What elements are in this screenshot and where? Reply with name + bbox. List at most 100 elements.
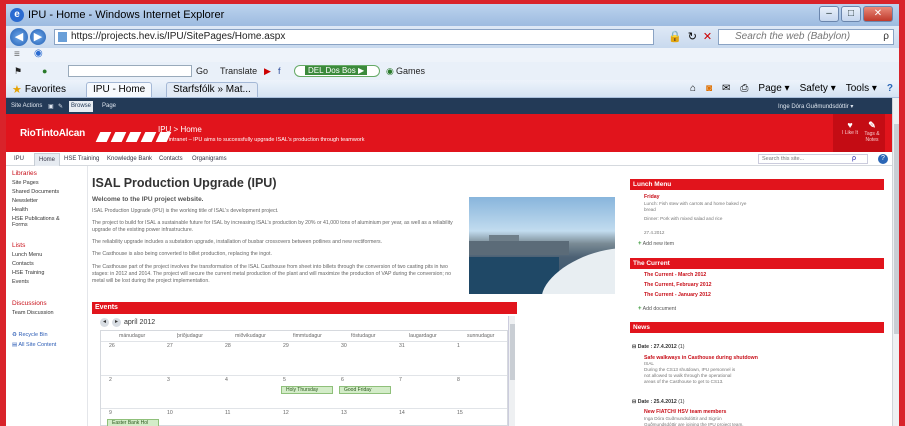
ql-site-pages[interactable]: Site Pages bbox=[12, 180, 39, 186]
minimize-button[interactable]: – bbox=[819, 6, 839, 22]
current-item-1[interactable]: The Current - March 2012 bbox=[644, 272, 706, 278]
calendar-day-number[interactable]: 11 bbox=[225, 410, 230, 416]
the-current-heading[interactable]: The Current bbox=[630, 258, 884, 269]
mail-icon[interactable]: ✉ bbox=[722, 83, 730, 94]
topnav-ipu[interactable]: IPU bbox=[14, 156, 24, 162]
lunch-menu-heading[interactable]: Lunch Menu bbox=[630, 179, 884, 190]
ribbon-tab-browse[interactable]: Browse bbox=[69, 101, 93, 112]
ql-shared-documents[interactable]: Shared Documents bbox=[12, 189, 59, 195]
topnav-hse-training[interactable]: HSE Training bbox=[64, 156, 99, 162]
safety-menu[interactable]: Safety ▾ bbox=[800, 83, 836, 94]
news-item-1-title[interactable]: Safe walkways in Casthouse during shutdo… bbox=[644, 355, 758, 361]
breadcrumb[interactable]: IPU > Home bbox=[158, 125, 202, 134]
flag-icon[interactable]: ⚑ bbox=[14, 66, 22, 77]
favorites-button[interactable]: ★ Favorites bbox=[12, 83, 66, 96]
calendar-day-number[interactable]: 10 bbox=[167, 410, 173, 416]
events-heading[interactable]: Events bbox=[92, 302, 517, 314]
toolbar-search-field[interactable] bbox=[68, 65, 192, 77]
calendar-day-number[interactable]: 29 bbox=[283, 343, 289, 349]
discussions-heading[interactable]: Discussions bbox=[12, 300, 47, 307]
site-search-icon[interactable]: ρ bbox=[852, 155, 856, 162]
calendar-day-number[interactable]: 30 bbox=[341, 343, 347, 349]
tags-notes-button[interactable]: ✎ Tags & Notes bbox=[863, 120, 881, 143]
calendar-day-number[interactable]: 4 bbox=[225, 377, 228, 383]
ql-recycle-bin[interactable]: ♻ Recycle Bin bbox=[12, 332, 48, 338]
news-heading[interactable]: News bbox=[630, 322, 884, 333]
news-date-group-1[interactable]: ⊟ Date : 27.4.2012 (1) bbox=[632, 344, 685, 350]
news-item-2-title[interactable]: New FIATCH/ HSV team members bbox=[644, 409, 726, 415]
calendar-scrollbar[interactable] bbox=[508, 316, 515, 426]
ql-events[interactable]: Events bbox=[12, 279, 29, 285]
add-document[interactable]: + Add document bbox=[638, 306, 676, 312]
ql-hse-training[interactable]: HSE Training bbox=[12, 270, 44, 276]
rss-icon[interactable]: ◙ bbox=[706, 83, 712, 94]
web-search-input[interactable]: Search the web (Babylon) ρ bbox=[718, 29, 894, 45]
lock-icon[interactable]: 🔒 bbox=[668, 30, 682, 43]
prev-month-icon[interactable]: ◂ bbox=[100, 318, 109, 327]
ribbon-tab-page[interactable]: Page bbox=[102, 103, 116, 109]
lunch-item-title[interactable]: Friday bbox=[644, 194, 660, 200]
ql-health[interactable]: Health bbox=[12, 207, 28, 213]
calendar-day-number[interactable]: 8 bbox=[457, 377, 460, 383]
calendar-event[interactable]: Easter Bank Hol bbox=[107, 419, 159, 426]
topnav-organigrams[interactable]: Organigrams bbox=[192, 156, 227, 162]
calendar-day-number[interactable]: 9 bbox=[109, 410, 112, 416]
ql-all-site-content[interactable]: ▤ All Site Content bbox=[12, 342, 56, 348]
calendar-day-number[interactable]: 14 bbox=[399, 410, 405, 416]
calendar-day-number[interactable]: 27 bbox=[167, 343, 173, 349]
calendar-day-number[interactable]: 26 bbox=[109, 343, 115, 349]
calendar-day-number[interactable]: 15 bbox=[457, 410, 463, 416]
calendar-event[interactable]: Holy Thursday bbox=[281, 386, 333, 394]
calendar-day-number[interactable]: 13 bbox=[341, 410, 347, 416]
calendar-day-number[interactable]: 3 bbox=[167, 377, 170, 383]
search-icon[interactable]: ρ bbox=[883, 30, 889, 44]
calendar-day-number[interactable]: 31 bbox=[399, 343, 405, 349]
forward-button[interactable]: ▶ bbox=[30, 29, 46, 45]
current-item-3[interactable]: The Current - January 2012 bbox=[644, 292, 711, 298]
topnav-contacts[interactable]: Contacts bbox=[159, 156, 183, 162]
ql-team-discussion[interactable]: Team Discussion bbox=[12, 310, 54, 316]
add-lunch-item[interactable]: + Add new item bbox=[638, 241, 674, 247]
calendar-day-number[interactable]: 2 bbox=[109, 377, 112, 383]
print-icon[interactable]: ⎙ bbox=[740, 83, 748, 94]
back-button[interactable]: ◀ bbox=[10, 28, 28, 46]
tools-menu[interactable]: Tools ▾ bbox=[846, 83, 877, 94]
ql-contacts[interactable]: Contacts bbox=[12, 261, 34, 267]
help-icon[interactable]: ? bbox=[878, 154, 888, 164]
refresh-icon[interactable]: ↻ bbox=[688, 30, 697, 43]
calendar-day-number[interactable]: 12 bbox=[283, 410, 289, 416]
current-item-2[interactable]: The Current, February 2012 bbox=[644, 282, 711, 288]
lists-heading[interactable]: Lists bbox=[12, 242, 25, 249]
site-actions-menu[interactable]: Site Actions bbox=[11, 103, 42, 109]
youtube-icon[interactable]: ▶ bbox=[264, 66, 271, 77]
translate-button[interactable]: Translate bbox=[220, 66, 257, 76]
calendar-day-number[interactable]: 6 bbox=[341, 377, 344, 383]
toolbar-go-button[interactable]: Go bbox=[196, 66, 208, 76]
calendar-day-number[interactable]: 28 bbox=[225, 343, 231, 349]
toolbar-globe-icon[interactable]: ◉ bbox=[34, 48, 43, 59]
stop-icon[interactable]: ✕ bbox=[703, 30, 712, 43]
topnav-knowledge-bank[interactable]: Knowledge Bank bbox=[107, 156, 152, 162]
games-button[interactable]: Games bbox=[396, 66, 425, 76]
rio-tinto-alcan-logo[interactable]: RioTintoAlcan bbox=[20, 128, 85, 139]
help-menu[interactable]: ? bbox=[887, 83, 893, 94]
news-date-group-2[interactable]: ⊟ Date : 25.4.2012 (1) bbox=[632, 399, 685, 405]
calendar-day-number[interactable]: 1 bbox=[457, 343, 460, 349]
next-month-icon[interactable]: ▸ bbox=[112, 318, 121, 327]
addon-icon[interactable]: ● bbox=[42, 66, 47, 76]
page-menu[interactable]: Page ▾ bbox=[758, 83, 789, 94]
green-addon-box[interactable]: DEL Dos Bos ▶ bbox=[294, 65, 380, 77]
home-icon[interactable]: ⌂ bbox=[690, 83, 696, 94]
topnav-home[interactable]: Home bbox=[34, 153, 61, 166]
libraries-heading[interactable]: Libraries bbox=[12, 170, 37, 177]
page-scrollbar[interactable] bbox=[892, 98, 899, 426]
edit-page-icon[interactable]: ✎ bbox=[58, 103, 63, 110]
browser-tab-ipu-home[interactable]: IPU - Home bbox=[86, 82, 153, 97]
ql-newsletter[interactable]: Newsletter bbox=[12, 198, 38, 204]
browser-tab-starfsfolk[interactable]: Starfsfólk » Mat... bbox=[166, 82, 258, 97]
facebook-icon[interactable]: f bbox=[278, 66, 281, 76]
close-window-button[interactable]: ✕ bbox=[863, 6, 893, 22]
ql-lunch-menu[interactable]: Lunch Menu bbox=[12, 252, 42, 258]
i-like-it-button[interactable]: ♥ I Like It bbox=[841, 120, 859, 136]
calendar-day-number[interactable]: 5 bbox=[283, 377, 286, 383]
